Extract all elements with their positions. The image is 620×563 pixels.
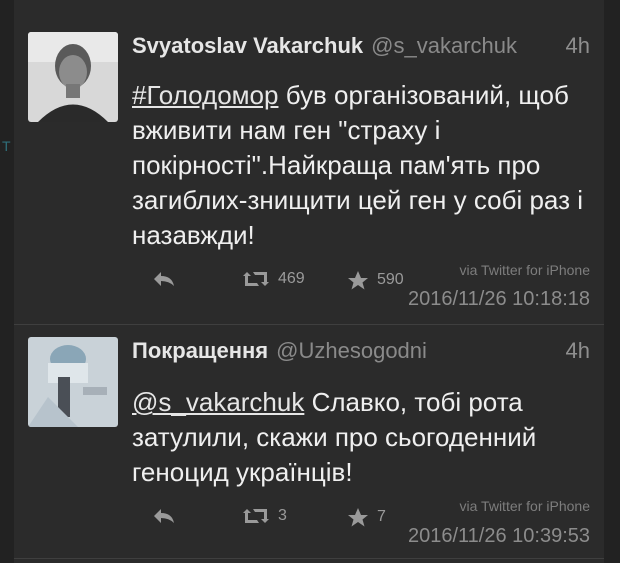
left-edge-letter: T [2,138,11,154]
tweet-item[interactable]: Покращення @Uzhesogodni 4h @s_vakarchuk С… [14,325,604,563]
tweet-text: @s_vakarchuk Славко, тобі рота затулили,… [132,385,592,490]
retweet-count: 469 [278,270,305,287]
reply-button[interactable] [152,507,176,525]
reply-icon [154,509,174,523]
retweet-icon [243,272,269,286]
avatar-photo-icon [28,337,118,427]
star-icon [348,271,368,290]
reply-button[interactable] [152,270,176,288]
retweet-button[interactable]: 469 [242,270,305,288]
avatar[interactable] [28,337,118,427]
left-edge-strip: T [0,0,14,563]
right-edge-strip [604,0,620,563]
timestamp-overlay: 2016/11/26 10:39:53 [407,525,590,547]
author-name[interactable]: Svyatoslav Vakarchuk [132,33,363,58]
tweet-text: #Голодомор був організований, щоб вживит… [132,78,592,253]
tweet-author[interactable]: Svyatoslav Vakarchuk @s_vakarchuk [132,33,517,59]
author-handle[interactable]: @s_vakarchuk [371,33,517,58]
retweet-count: 3 [278,507,287,524]
author-handle[interactable]: @Uzhesogodni [276,338,427,363]
tweet-time: 4h [565,338,590,363]
favorite-button[interactable]: 7 [347,507,386,527]
hashtag-link[interactable]: #Голодомор [132,80,278,110]
tweet-time: 4h [565,33,590,58]
retweet-button[interactable]: 3 [242,507,287,525]
mention-link[interactable]: @s_vakarchuk [132,387,304,417]
favorite-count: 7 [377,508,386,525]
favorite-count: 590 [377,271,404,288]
retweet-icon [243,509,269,523]
author-name[interactable]: Покращення [132,338,268,363]
avatar[interactable] [28,32,118,122]
reply-icon [154,272,174,286]
tweet-divider [14,558,604,559]
timestamp-overlay: 2016/11/26 10:18:18 [407,288,590,310]
favorite-button[interactable]: 590 [347,270,404,290]
tweet-timeline: Svyatoslav Vakarchuk @s_vakarchuk 4h #Гол… [14,0,604,563]
tweet-item[interactable]: Svyatoslav Vakarchuk @s_vakarchuk 4h #Гол… [14,0,604,324]
tweet-author[interactable]: Покращення @Uzhesogodni [132,338,427,364]
star-icon [348,508,368,527]
avatar-photo-icon [28,32,118,122]
